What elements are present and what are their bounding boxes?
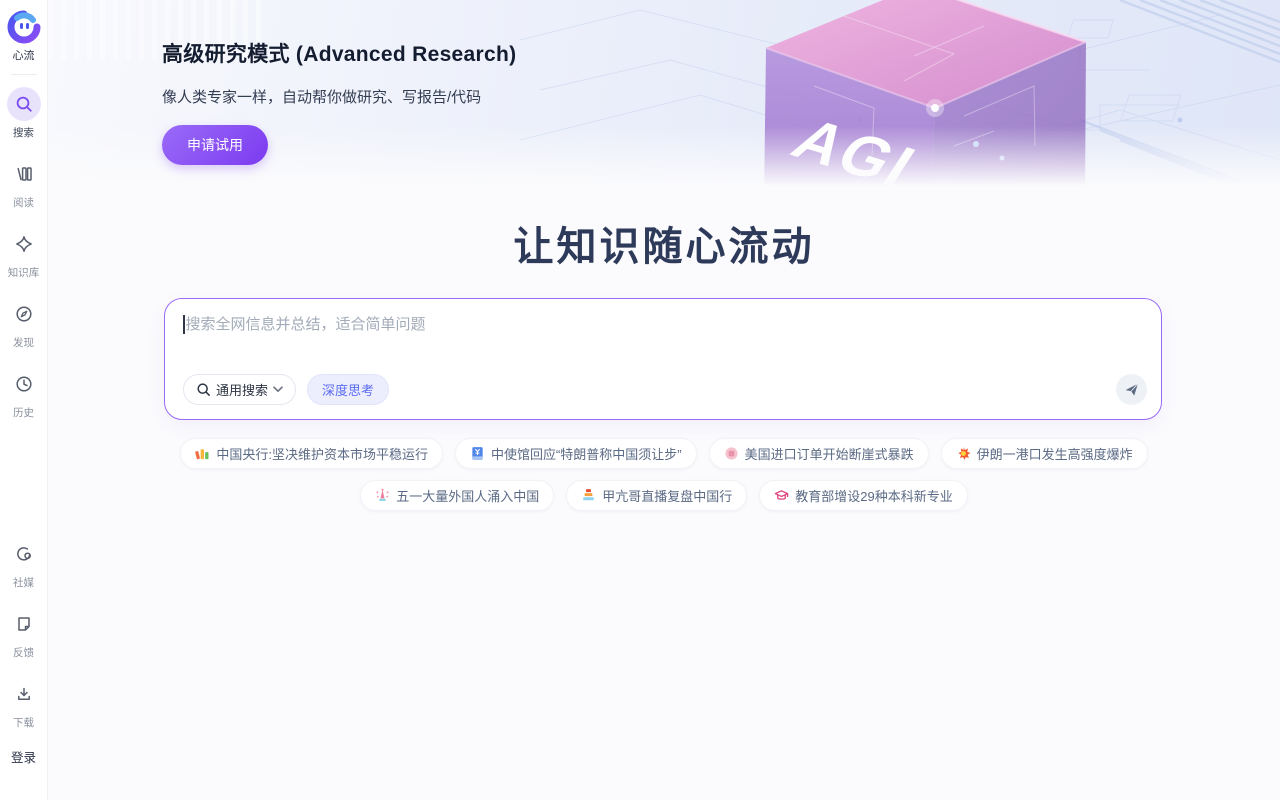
chevron-down-icon — [273, 386, 283, 393]
suggestion-chip[interactable]: 伊朗一港口发生高强度爆炸 — [941, 438, 1148, 469]
search-icon — [196, 382, 211, 397]
suggestion-label: 五一大量外国人涌入中国 — [396, 486, 539, 505]
app-logo[interactable]: 心流 — [7, 10, 41, 63]
app-name: 心流 — [13, 47, 35, 63]
sidebar-item-search[interactable]: 搜索 — [7, 87, 41, 140]
sidebar-item-label: 下载 — [13, 715, 34, 730]
layers-icon — [581, 488, 596, 503]
search-icon — [15, 95, 33, 113]
discover-compass-icon — [15, 305, 33, 323]
sidebar-item-feedback[interactable]: 反馈 — [7, 607, 41, 660]
search-mode-dropdown[interactable]: 通用搜索 — [183, 374, 296, 405]
suggestion-row-2: 五一大量外国人涌入中国 甲亢哥直播复盘中国行 教育部增设29种本科新专业 — [48, 480, 1280, 511]
text-caret — [183, 315, 185, 334]
deep-think-toggle[interactable]: 深度思考 — [307, 374, 389, 405]
blue-ledger-icon — [470, 446, 485, 461]
suggestion-label: 中使馆回应“特朗普称中国须让步” — [491, 444, 682, 463]
sidebar-item-history[interactable]: 历史 — [7, 367, 41, 420]
xinliu-logo-icon — [7, 10, 41, 44]
search-panel: 搜索全网信息并总结，适合简单问题 通用搜索 深度思考 — [164, 298, 1162, 420]
sidebar-item-read[interactable]: 阅读 — [7, 157, 41, 210]
sidebar-item-label: 发现 — [13, 335, 34, 350]
graduation-cap-icon — [774, 488, 789, 503]
history-clock-icon — [15, 375, 33, 393]
explosion-icon — [956, 446, 971, 461]
suggestion-chip[interactable]: 中国央行:坚决维护资本市场平稳运行 — [180, 438, 443, 469]
sidebar-item-discover[interactable]: 发现 — [7, 297, 41, 350]
apply-trial-button[interactable]: 申请试用 — [162, 125, 268, 165]
hero-slogan: 让知识随心流动 — [48, 214, 1280, 272]
sidebar: 心流 搜索 阅读 知识库 发现 历史 社媒 反馈 下载 登录 — [0, 0, 48, 800]
sidebar-item-download[interactable]: 下载 — [7, 677, 41, 730]
suggestion-label: 中国央行:坚决维护资本市场平稳运行 — [216, 444, 428, 463]
sidebar-item-label: 搜索 — [13, 125, 34, 140]
suggestion-chip[interactable]: 教育部增设29种本科新专业 — [759, 480, 967, 511]
suggestion-label: 教育部增设29种本科新专业 — [795, 486, 952, 505]
search-input[interactable]: 搜索全网信息并总结，适合简单问题 — [165, 299, 1161, 374]
sidebar-item-label: 社媒 — [13, 575, 34, 590]
sidebar-item-label: 历史 — [13, 405, 34, 420]
sidebar-item-social-media[interactable]: 社媒 — [7, 537, 41, 590]
search-mode-label: 通用搜索 — [216, 380, 268, 399]
feedback-icon — [15, 615, 33, 633]
login-button[interactable]: 登录 — [11, 747, 36, 766]
sidebar-divider — [11, 74, 37, 75]
suggestion-row-1: 中国央行:坚决维护资本市场平稳运行 中使馆回应“特朗普称中国须让步” 美国进口订… — [48, 438, 1280, 469]
social-media-icon — [15, 545, 33, 563]
bar-chart-icon — [195, 446, 210, 461]
suggestion-chip[interactable]: 五一大量外国人涌入中国 — [360, 480, 554, 511]
suggestion-label: 伊朗一港口发生高强度爆炸 — [977, 444, 1133, 463]
download-icon — [15, 685, 33, 703]
sidebar-item-knowledge-base[interactable]: 知识库 — [7, 227, 41, 280]
search-placeholder: 搜索全网信息并总结，适合简单问题 — [186, 315, 426, 334]
sidebar-item-label: 反馈 — [13, 645, 34, 660]
sidebar-item-label: 知识库 — [8, 265, 40, 280]
sidebar-item-label: 阅读 — [13, 195, 34, 210]
knowledge-base-icon — [15, 235, 33, 253]
suggestion-label: 甲亢哥直播复盘中国行 — [602, 486, 732, 505]
paper-plane-icon — [1123, 381, 1140, 398]
banner-title: 高级研究模式 (Advanced Research) — [162, 38, 1280, 68]
advanced-research-banner: AGI 高级研究模式 (Advanced Research) 像人类专家一样，自… — [48, 0, 1280, 186]
send-button[interactable] — [1116, 374, 1147, 405]
suggestion-chip[interactable]: 中使馆回应“特朗普称中国须让步” — [455, 438, 697, 469]
suggestion-chip[interactable]: 甲亢哥直播复盘中国行 — [566, 480, 747, 511]
read-icon — [15, 165, 33, 183]
suggestion-chip[interactable]: 美国进口订单开始断崖式暴跌 — [709, 438, 929, 469]
pink-coin-icon — [724, 446, 739, 461]
banner-subtitle: 像人类专家一样，自动帮你做研究、写报告/代码 — [162, 86, 1280, 107]
suggestion-label: 美国进口订单开始断崖式暴跌 — [745, 444, 914, 463]
tower-icon — [375, 488, 390, 503]
